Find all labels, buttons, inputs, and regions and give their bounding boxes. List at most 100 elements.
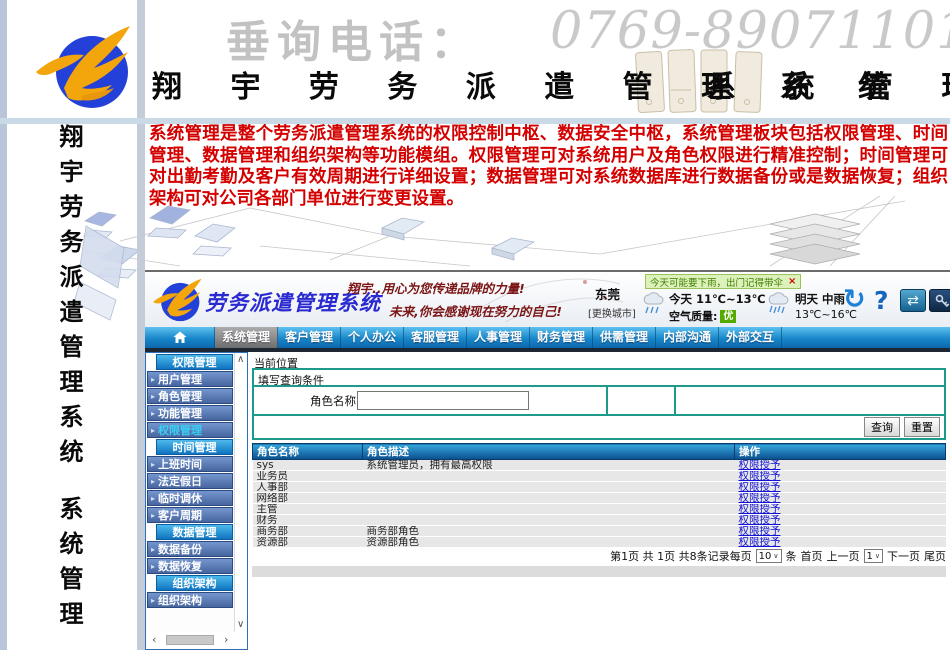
content-area: 当前位置 填写查询条件 角色名称 查询 重置 — [250, 352, 950, 650]
help-icon[interactable]: ? — [874, 286, 889, 315]
scroll-up-icon[interactable]: ∧ — [237, 354, 244, 365]
key-icon — [934, 293, 950, 309]
scroll-down-icon[interactable]: ∨ — [237, 619, 244, 630]
air-quality-badge: 优 — [720, 310, 736, 323]
prev-page-link[interactable]: 上一页 — [827, 548, 860, 564]
computer-illustration — [193, 224, 235, 256]
col-header-role-name: 角色名称 — [253, 444, 363, 460]
app-window: 劳务派遣管理系统 翔宇..用心为您传递品牌的力量! 未来,你会感谢现在努力的自己… — [145, 270, 950, 650]
bullet-icon: ▸ — [151, 562, 155, 571]
app-header: 劳务派遣管理系统 翔宇..用心为您传递品牌的力量! 未来,你会感谢现在努力的自己… — [145, 270, 950, 327]
menu-item-temp-leave[interactable]: ▸临时调休 — [147, 490, 233, 506]
grant-permission-link[interactable]: 权限授予 — [739, 493, 781, 504]
menu-item-function-mgmt[interactable]: ▸功能管理 — [147, 405, 233, 421]
actions-cell: 权限授予 — [735, 537, 946, 548]
menu-group-data[interactable]: 数据管理 — [156, 524, 233, 540]
today-temp: 11℃~13℃ — [696, 292, 766, 306]
weather-tip-text: 今天可能要下雨，出门记得带伞 — [650, 275, 783, 289]
menu-item-work-time[interactable]: ▸上班时间 — [147, 456, 233, 472]
role-desc-cell — [363, 504, 735, 515]
page-select[interactable]: 1∨ — [864, 549, 884, 563]
menu-item-label: 用户管理 — [158, 371, 202, 387]
next-page-link[interactable]: 下一页 — [887, 548, 920, 564]
menu-item-data-backup[interactable]: ▸数据备份 — [147, 541, 233, 557]
role-desc-cell — [363, 493, 735, 504]
menu-item-label: 组织架构 — [158, 592, 202, 608]
menu-item-label: 上班时间 — [158, 456, 202, 472]
menu-group-time[interactable]: 时间管理 — [156, 439, 233, 455]
nav-home-tab[interactable] — [145, 327, 215, 348]
role-name-cell: 商务部 — [253, 526, 363, 537]
nav-tab-external[interactable]: 外部交互 — [719, 327, 782, 348]
table-row: sys系统管理员，拥有最高权限权限授予 — [253, 460, 946, 471]
table-row: 资源部资源部角色权限授予 — [253, 537, 946, 548]
horizontal-divider — [0, 118, 950, 124]
menu-item-user-mgmt[interactable]: ▸用户管理 — [147, 371, 233, 387]
grant-permission-link[interactable]: 权限授予 — [739, 526, 781, 537]
close-icon[interactable]: × — [788, 276, 796, 287]
table-row: 财务权限授予 — [253, 515, 946, 526]
grant-permission-link[interactable]: 权限授予 — [739, 515, 781, 526]
menu-item-legal-holiday[interactable]: ▸法定假日 — [147, 473, 233, 489]
query-form-row: 角色名称 — [254, 387, 944, 416]
menu-item-label: 客户周期 — [158, 507, 202, 523]
nav-tab-supply[interactable]: 供需管理 — [593, 327, 656, 348]
nav-tab-system[interactable]: 系统管理 — [215, 327, 278, 348]
last-page-link[interactable]: 尾页 — [924, 548, 946, 564]
query-form: 填写查询条件 角色名称 查询 重置 — [252, 368, 946, 440]
sidebar-vertical-title: 翔宇劳务派遣管理系统 系统管理 — [52, 124, 87, 636]
refresh-icon[interactable]: ↻ — [843, 284, 866, 315]
search-button[interactable]: 查询 — [864, 417, 900, 437]
rain-icon — [640, 291, 664, 319]
menu-vertical-scrollbar[interactable]: ∧ ∨ — [234, 353, 247, 632]
table-row: 主管权限授予 — [253, 504, 946, 515]
nav-tab-service[interactable]: 客服管理 — [404, 327, 467, 348]
chevron-down-icon: ∨ — [773, 552, 778, 560]
grant-permission-link[interactable]: 权限授予 — [739, 471, 781, 482]
change-city-link[interactable]: [更换城市] — [588, 305, 636, 320]
scroll-right-icon[interactable]: › — [224, 633, 228, 646]
per-page-select[interactable]: 10∨ — [756, 549, 782, 563]
menu-item-customer-cycle[interactable]: ▸客户周期 — [147, 507, 233, 523]
scroll-left-icon[interactable]: ‹ — [152, 633, 156, 646]
first-page-link[interactable]: 首页 — [801, 548, 823, 564]
menu-horizontal-scrollbar[interactable]: ‹ › — [146, 632, 247, 648]
side-menu-panel: 权限管理 ▸用户管理 ▸角色管理 ▸功能管理 ▸权限管理 时间管理 ▸上班时间 … — [145, 352, 248, 650]
bullet-icon: ▸ — [151, 460, 155, 469]
main-navbar: 系统管理 客户管理 个人办公 客服管理 人事管理 财务管理 供需管理 内部沟通 … — [145, 327, 950, 348]
switch-illustration — [492, 238, 534, 260]
grant-permission-link[interactable]: 权限授予 — [739, 504, 781, 515]
grant-permission-link[interactable]: 权限授予 — [739, 482, 781, 493]
bullet-icon: ▸ — [151, 545, 155, 554]
menu-item-label: 功能管理 — [158, 405, 202, 421]
role-name-input[interactable] — [357, 391, 529, 410]
bullet-icon: ▸ — [151, 426, 155, 435]
bullet-icon: ▸ — [151, 392, 155, 401]
computer-illustration — [84, 212, 116, 238]
menu-item-label: 临时调休 — [158, 490, 202, 506]
query-buttons-row: 查询 重置 — [254, 416, 944, 438]
menu-item-permission-mgmt[interactable]: ▸权限管理 — [147, 422, 233, 438]
role-name-cell: 网络部 — [253, 493, 363, 504]
vertical-divider — [137, 0, 145, 650]
switch-button[interactable]: ⇄ — [900, 289, 926, 312]
grant-permission-link[interactable]: 权限授予 — [739, 537, 781, 548]
scrollbar-thumb[interactable] — [166, 635, 214, 645]
table-row: 业务员权限授予 — [253, 471, 946, 482]
nav-tab-customer[interactable]: 客户管理 — [278, 327, 341, 348]
menu-item-org-structure[interactable]: ▸组织架构 — [147, 592, 233, 608]
menu-group-org[interactable]: 组织架构 — [156, 575, 233, 591]
nav-tab-hr[interactable]: 人事管理 — [467, 327, 530, 348]
menu-item-label: 法定假日 — [158, 473, 202, 489]
nav-tab-finance[interactable]: 财务管理 — [530, 327, 593, 348]
password-button[interactable] — [929, 289, 950, 312]
grant-permission-link[interactable]: 权限授予 — [739, 460, 781, 471]
menu-item-data-restore[interactable]: ▸数据恢复 — [147, 558, 233, 574]
actions-cell: 权限授予 — [735, 493, 946, 504]
nav-tab-internal-comm[interactable]: 内部沟通 — [656, 327, 719, 348]
nav-tab-personal-office[interactable]: 个人办公 — [341, 327, 404, 348]
menu-group-permission[interactable]: 权限管理 — [156, 354, 233, 370]
menu-item-role-mgmt[interactable]: ▸角色管理 — [147, 388, 233, 404]
reset-button[interactable]: 重置 — [904, 417, 940, 437]
slogan-line1: 翔宇..用心为您传递品牌的力量! — [347, 278, 525, 297]
